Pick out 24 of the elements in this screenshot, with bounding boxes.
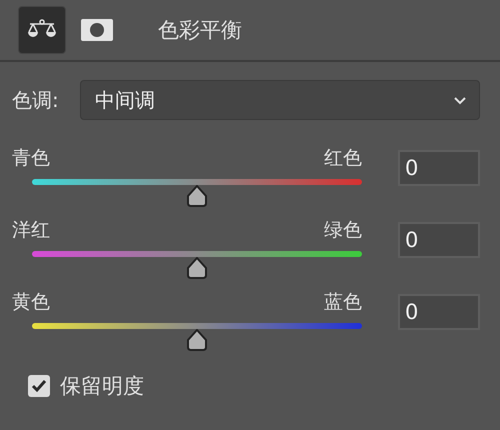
value-field[interactable]: 0 [398, 294, 480, 330]
balance-scale-tab[interactable] [18, 6, 66, 54]
slider-start-label: 青色 [12, 146, 50, 170]
checkbox-label: 保留明度 [60, 373, 144, 400]
slider-end-label: 绿色 [324, 218, 362, 242]
value-field[interactable]: 0 [398, 222, 480, 258]
slider-thumb[interactable] [186, 257, 208, 279]
mask-icon [81, 19, 113, 41]
slider-start-label: 洋红 [12, 218, 50, 242]
panel-title: 色彩平衡 [158, 17, 242, 44]
slider-start-label: 黄色 [12, 290, 50, 314]
slider-track[interactable] [32, 323, 362, 329]
checkbox[interactable] [28, 375, 50, 397]
value-field[interactable]: 0 [398, 150, 480, 186]
slider-thumb[interactable] [186, 185, 208, 207]
slider-track[interactable] [32, 251, 362, 257]
slider-thumb[interactable] [186, 329, 208, 351]
slider-end-label: 蓝色 [324, 290, 362, 314]
slider-end-label: 红色 [324, 146, 362, 170]
slider-track[interactable] [32, 179, 362, 185]
tone-label: 色调: [12, 86, 60, 114]
checkmark-icon [31, 379, 47, 393]
tone-dropdown[interactable]: 中间调 [80, 80, 480, 120]
chevron-down-icon [453, 96, 467, 104]
